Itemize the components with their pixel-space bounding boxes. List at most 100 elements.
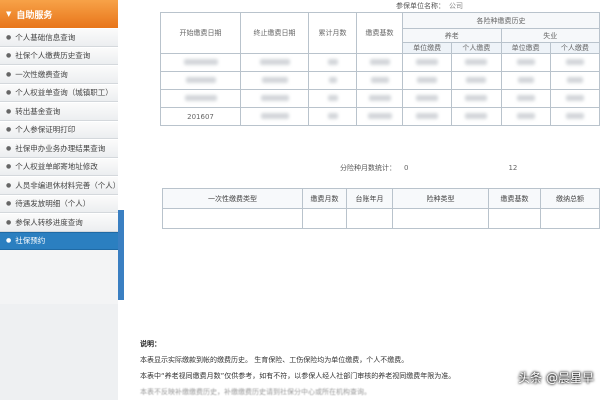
sidebar-item-fund-transfer[interactable]: ● 转出基金查询 bbox=[0, 102, 118, 121]
bullet-icon: ● bbox=[6, 70, 12, 78]
bullet-icon: ● bbox=[6, 52, 12, 60]
sidebar-menu: ● 个人基础信息查询 ● 社保个人缴费历史查询 ● 一次性缴费查询 ● 个人权益单查询（… bbox=[0, 28, 118, 250]
sidebar-item-benefit-details[interactable]: ● 待遇发放明细（个人） bbox=[0, 194, 118, 213]
blurred-value bbox=[369, 58, 390, 65]
notes: 说明： 本表显示实际缴款到帐的缴费历史。 生育保险、工伤保险均为单位缴费，个人不… bbox=[140, 336, 600, 400]
bullet-icon: ● bbox=[6, 218, 12, 226]
blurred-value bbox=[465, 94, 488, 101]
sidebar-collapse-handle[interactable] bbox=[118, 210, 124, 300]
blurred-value bbox=[184, 94, 217, 101]
column-group-pension: 养老 bbox=[402, 28, 502, 43]
bullet-icon: ● bbox=[6, 89, 12, 97]
blurred-value bbox=[370, 76, 389, 83]
bullet-icon: ● bbox=[6, 33, 12, 41]
blurred-value bbox=[185, 76, 216, 83]
sidebar-item-transfer-progress[interactable]: ● 参保人转移进度查询 bbox=[0, 213, 118, 232]
bullet-icon: ● bbox=[6, 200, 12, 208]
column-header-lump-type: 一次性缴费类型 bbox=[162, 188, 303, 209]
sidebar-header[interactable]: ▼ 自助服务 bbox=[0, 0, 118, 28]
column-header-ledger-month: 台账年月 bbox=[346, 188, 393, 209]
blurred-value bbox=[259, 58, 290, 65]
row-start-date: 201607 bbox=[160, 107, 241, 126]
blurred-value bbox=[416, 112, 439, 119]
notes-line: 本表显示实际缴款到帐的缴费历史。 生育保险、工伤保险均为单位缴费，个人不缴费。 bbox=[140, 356, 409, 364]
blurred-value bbox=[367, 112, 392, 119]
column-header-start-date: 开始缴费日期 bbox=[160, 12, 241, 54]
sidebar-item-rights-statement[interactable]: ● 个人权益单查询（城镇职工） bbox=[0, 83, 118, 102]
months-summary: 分险种月数统计： 0 12 bbox=[160, 162, 600, 174]
column-header-months: 累计月数 bbox=[308, 12, 357, 54]
payment-history-table: 开始缴费日期 终止缴费日期 累计月数 缴费基数 各险种缴费历史 养老 失业 单位… bbox=[160, 12, 600, 126]
table-row: 201607 bbox=[160, 107, 600, 126]
summary-value-pension: 0 bbox=[404, 164, 409, 172]
watermark: 头条 @晨星早 bbox=[518, 369, 594, 386]
sidebar-item-lump-sum[interactable]: ● 一次性缴费查询 bbox=[0, 65, 118, 84]
lump-sum-table: 一次性缴费类型 缴费月数 台账年月 险种类型 缴费基数 缴纳总额 bbox=[162, 188, 600, 229]
blurred-value bbox=[327, 112, 338, 119]
column-header-insurance-type: 险种类型 bbox=[392, 188, 489, 209]
column-header-base: 缴费基数 bbox=[356, 12, 403, 54]
blurred-value bbox=[465, 58, 488, 65]
unit-value: 公司 bbox=[449, 2, 463, 10]
sidebar-item-certificate-print[interactable]: ● 个人参保证明打印 bbox=[0, 120, 118, 139]
summary-value-unemployment: 12 bbox=[508, 164, 518, 172]
blurred-value bbox=[261, 76, 288, 83]
column-header-pay-base: 缴费基数 bbox=[488, 188, 541, 209]
blurred-value bbox=[328, 76, 337, 83]
blurred-value bbox=[327, 58, 338, 65]
bullet-icon: ● bbox=[6, 163, 12, 171]
sidebar-item-basic-info[interactable]: ● 个人基础信息查询 bbox=[0, 28, 118, 47]
column-header-pay-months: 缴费月数 bbox=[302, 188, 347, 209]
blurred-value bbox=[183, 58, 218, 65]
bullet-icon: ● bbox=[6, 126, 12, 134]
column-header-unit-pay: 单位缴费 bbox=[500, 42, 551, 54]
blurred-value bbox=[416, 94, 439, 101]
blurred-value bbox=[516, 58, 535, 65]
blurred-value bbox=[416, 58, 439, 65]
blurred-value bbox=[417, 76, 438, 83]
blurred-value bbox=[565, 58, 584, 65]
bullet-icon: ● bbox=[6, 237, 12, 245]
blurred-value bbox=[260, 94, 289, 101]
sidebar-item-mailing-address[interactable]: ● 个人权益单邮寄地址修改 bbox=[0, 157, 118, 176]
column-header-personal-pay: 个人缴费 bbox=[549, 42, 600, 54]
unit-info: 参保单位名称： 公司 bbox=[160, 0, 600, 12]
blurred-value bbox=[517, 76, 534, 83]
blurred-value bbox=[327, 94, 338, 101]
column-header-end-date: 终止缴费日期 bbox=[240, 12, 309, 54]
column-group-history: 各险种缴费历史 bbox=[402, 12, 600, 29]
sidebar-background bbox=[0, 304, 118, 400]
sidebar-item-retirement-materials[interactable]: ● 人员非编退休材料完善（个人） bbox=[0, 176, 118, 195]
blurred-value bbox=[368, 94, 391, 101]
column-header-personal-pay: 个人缴费 bbox=[451, 42, 502, 54]
notes-line: 本表不反映补缴缴费历史，补缴缴费历史请到社保分中心或所在机构查询。 bbox=[140, 388, 371, 396]
column-group-unemployment: 失业 bbox=[500, 28, 600, 43]
blurred-value bbox=[465, 112, 488, 119]
notes-title: 说明： bbox=[140, 340, 161, 348]
blurred-value bbox=[260, 112, 289, 119]
table-row bbox=[160, 53, 600, 72]
sidebar: ▼ 自助服务 ● 个人基础信息查询 ● 社保个人缴费历史查询 ● 一次性缴费查询 ● 个… bbox=[0, 0, 118, 400]
column-header-unit-pay: 单位缴费 bbox=[401, 42, 453, 54]
blurred-value bbox=[516, 94, 535, 101]
page: ▼ 自助服务 ● 个人基础信息查询 ● 社保个人缴费历史查询 ● 一次性缴费查询 ● 个… bbox=[0, 0, 600, 400]
sidebar-item-application-result[interactable]: ● 社保申办业务办理结果查询 bbox=[0, 139, 118, 158]
sidebar-item-payment-history[interactable]: ● 社保个人缴费历史查询 bbox=[0, 46, 118, 65]
table-row bbox=[160, 71, 600, 90]
watermark-author: @晨星早 bbox=[545, 371, 594, 385]
blurred-value bbox=[565, 112, 584, 119]
blurred-value bbox=[516, 112, 535, 119]
summary-label: 分险种月数统计： bbox=[340, 164, 396, 172]
blurred-value bbox=[466, 76, 487, 83]
blurred-value bbox=[566, 76, 583, 83]
sidebar-header-label: 自助服务 bbox=[16, 10, 53, 21]
bullet-icon: ● bbox=[6, 107, 12, 115]
table-row bbox=[160, 89, 600, 108]
column-header-total: 缴纳总额 bbox=[540, 188, 600, 209]
watermark-source: 头条 bbox=[517, 371, 542, 385]
bullet-icon: ● bbox=[6, 144, 12, 152]
table-row bbox=[162, 208, 600, 229]
sidebar-item-appointment[interactable]: ● 社保预约 bbox=[0, 231, 118, 250]
caret-down-icon: ▼ bbox=[6, 10, 12, 18]
bullet-icon: ● bbox=[6, 181, 12, 189]
